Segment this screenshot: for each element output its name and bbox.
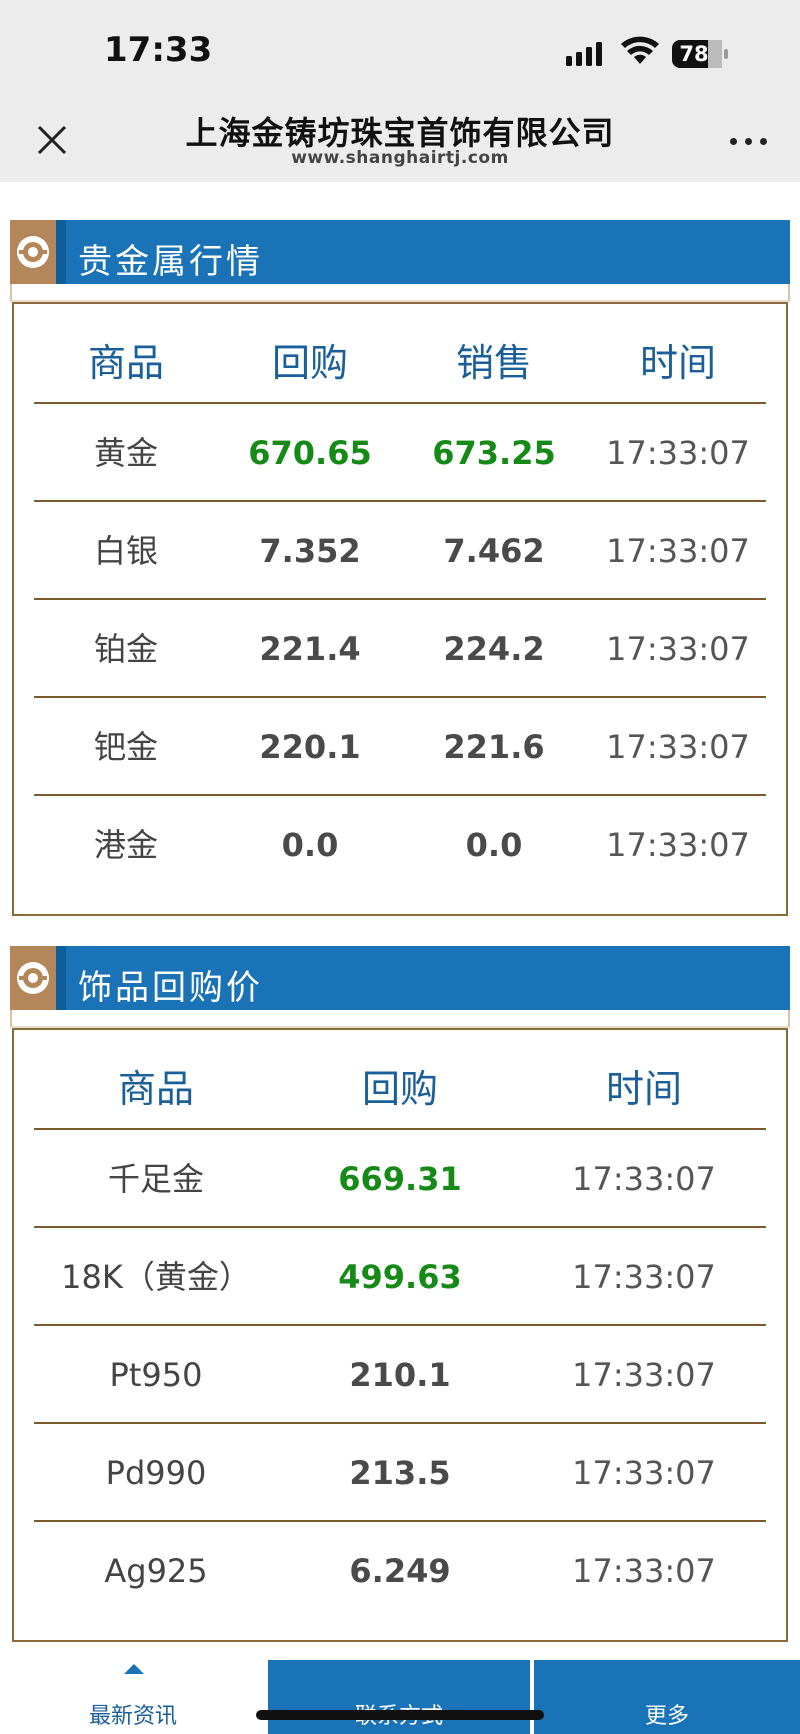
- table-row: 铂金 221.4 224.2 17:33:07: [34, 598, 766, 696]
- update-time: 17:33:07: [572, 1454, 716, 1492]
- product-name: 钯金: [93, 728, 158, 766]
- sale-price: 224.2: [443, 630, 545, 668]
- column-header: 回购: [271, 341, 348, 385]
- section-emblem-icon: [10, 220, 56, 284]
- buyback-price: 7.352: [259, 532, 361, 570]
- table-row: Ag925 6.249 17:33:07: [34, 1520, 766, 1618]
- nav-more[interactable]: 更多: [534, 1660, 800, 1734]
- column-header: 回购: [361, 1067, 438, 1111]
- product-name: 白银: [93, 532, 158, 570]
- column-header: 时间: [639, 341, 716, 385]
- battery-level: 78: [679, 42, 709, 66]
- buyback-price: 221.4: [259, 630, 361, 668]
- table-row: 18K（黄金） 499.63 17:33:07: [34, 1226, 766, 1324]
- update-time: 17:33:07: [572, 1160, 716, 1198]
- product-name: Pt950: [109, 1356, 203, 1394]
- active-indicator-icon: [124, 1664, 144, 1674]
- buyback-price: 6.249: [349, 1552, 451, 1590]
- precious-metals-title-bar: 贵金属行情: [10, 220, 790, 284]
- sale-price: 0.0: [465, 826, 523, 864]
- sale-price: 7.462: [443, 532, 545, 570]
- update-time: 17:33:07: [572, 1258, 716, 1296]
- home-indicator[interactable]: [256, 1710, 544, 1720]
- product-name: 黄金: [93, 434, 158, 472]
- update-time: 17:33:07: [606, 532, 750, 570]
- cellular-signal-icon: [566, 42, 602, 66]
- jewelry-buyback-table: 商品 回购 时间 千足金 669.31 17:33:07 18K（黄金） 499…: [12, 1028, 788, 1642]
- close-icon[interactable]: [30, 118, 74, 162]
- nav-label: 最新资讯: [88, 1704, 177, 1729]
- wifi-icon: [621, 36, 659, 64]
- top-bar: 17:33 78 上海金铸坊珠宝首饰有限公司 www.shanghairtj.c…: [0, 0, 800, 182]
- buyback-price: 220.1: [259, 728, 361, 766]
- nav-contact[interactable]: 联系方式: [268, 1660, 530, 1734]
- precious-metals-table: 商品 回购 销售 时间 黄金 670.65 673.25 17:33:07 白银…: [12, 302, 788, 916]
- bottom-nav: 最新资讯 联系方式 更多: [0, 1660, 800, 1734]
- table-row: Pt950 210.1 17:33:07: [34, 1324, 766, 1422]
- column-header: 商品: [117, 1067, 194, 1111]
- buyback-price: 669.31: [338, 1160, 462, 1198]
- product-name: 千足金: [107, 1160, 204, 1198]
- nav-latest-news[interactable]: 最新资讯: [0, 1660, 266, 1734]
- section-title: 饰品回购价: [78, 968, 263, 1008]
- battery-icon: 78: [672, 40, 728, 68]
- sale-price: 673.25: [432, 434, 556, 472]
- product-name: 铂金: [93, 630, 158, 668]
- product-name: 港金: [93, 826, 158, 864]
- column-header: 商品: [87, 341, 164, 385]
- buyback-price: 499.63: [338, 1258, 462, 1296]
- buyback-price: 670.65: [248, 434, 372, 472]
- buyback-price: 210.1: [349, 1356, 451, 1394]
- buyback-price: 213.5: [349, 1454, 451, 1492]
- product-name: Ag925: [104, 1552, 208, 1590]
- section-title: 贵金属行情: [78, 242, 263, 282]
- buyback-price: 0.0: [281, 826, 339, 864]
- table-row: 千足金 669.31 17:33:07: [34, 1128, 766, 1226]
- update-time: 17:33:07: [606, 826, 750, 864]
- section-emblem-icon: [10, 946, 56, 1010]
- update-time: 17:33:07: [572, 1356, 716, 1394]
- update-time: 17:33:07: [606, 434, 750, 472]
- jewelry-buyback-title-bar: 饰品回购价: [10, 946, 790, 1010]
- table-row: 钯金 220.1 221.6 17:33:07: [34, 696, 766, 794]
- product-name: Pd990: [105, 1454, 207, 1492]
- table-header-row: 商品 回购 销售 时间: [34, 314, 766, 412]
- page-url: www.shanghairtj.com: [291, 148, 509, 168]
- update-time: 17:33:07: [606, 728, 750, 766]
- nav-label: 更多: [644, 1704, 689, 1729]
- column-header: 销售: [455, 341, 532, 385]
- update-time: 17:33:07: [572, 1552, 716, 1590]
- table-row: 港金 0.0 0.0 17:33:07: [34, 794, 766, 892]
- more-options-icon[interactable]: [724, 128, 774, 152]
- update-time: 17:33:07: [606, 630, 750, 668]
- product-name: 18K（黄金）: [61, 1258, 251, 1296]
- sale-price: 221.6: [443, 728, 545, 766]
- table-header-row: 商品 回购 时间: [34, 1040, 766, 1138]
- column-header: 时间: [605, 1067, 682, 1111]
- table-row: 白银 7.352 7.462 17:33:07: [34, 500, 766, 598]
- table-row: 黄金 670.65 673.25 17:33:07: [34, 402, 766, 500]
- table-row: Pd990 213.5 17:33:07: [34, 1422, 766, 1520]
- status-time: 17:33: [104, 30, 213, 70]
